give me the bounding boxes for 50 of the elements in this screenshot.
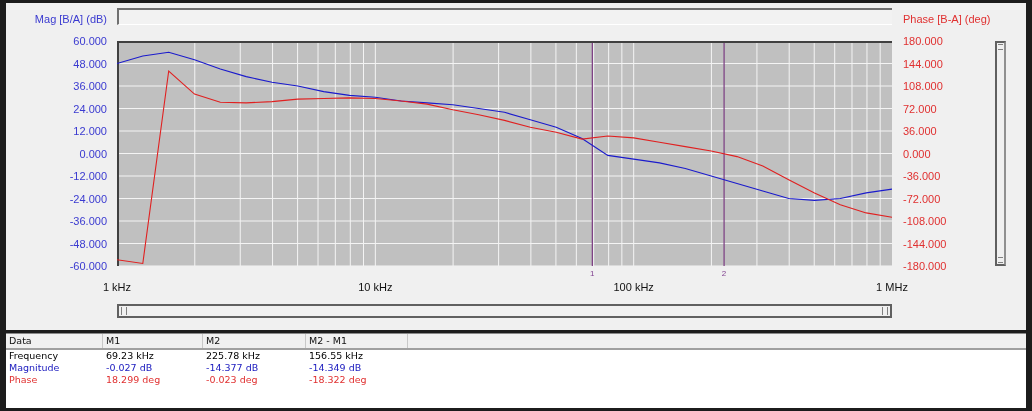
axis-label: -12.000 xyxy=(69,169,107,183)
marker-line[interactable] xyxy=(591,42,593,266)
axis-label: 10 kHz xyxy=(358,281,393,293)
axis-label: -72.000 xyxy=(903,191,941,206)
marker-label: 2 xyxy=(721,269,727,278)
axis-label: -144.000 xyxy=(903,236,947,251)
table-cell-text: 18.299 deg xyxy=(105,374,162,386)
table-cell-text: -14.377 dB xyxy=(205,362,260,374)
table-cell-text: -18.322 deg xyxy=(308,374,368,386)
table-cell-text: Frequency xyxy=(8,350,60,362)
column-header[interactable]: M1 xyxy=(103,334,203,348)
table-cell-text: Magnitude xyxy=(8,362,61,374)
axis-label: -60.000 xyxy=(69,259,107,273)
axis-label: -36.000 xyxy=(69,214,107,228)
axis-label: 0.000 xyxy=(79,146,107,161)
axis-label: 12.000 xyxy=(73,124,107,138)
marker-label: 1 xyxy=(590,269,595,278)
axis-label: 108.000 xyxy=(903,79,943,93)
axis-label: 48.000 xyxy=(73,56,107,71)
axis-label: 0.000 xyxy=(903,146,931,161)
axis-label: 36.000 xyxy=(903,124,937,138)
axis-label: 1 MHz xyxy=(876,281,908,293)
axis-label: 72.000 xyxy=(903,101,937,116)
horizontal-scrollbar[interactable] xyxy=(117,304,892,318)
axis-label: 36.000 xyxy=(73,79,107,93)
table-cell-text: -14.349 dB xyxy=(308,362,363,374)
table-cell-text: 156.55 kHz xyxy=(308,350,364,362)
axis-label: -36.000 xyxy=(903,169,941,183)
table-cell-text: 69.23 kHz xyxy=(105,350,155,362)
table-cell-text: Phase xyxy=(8,374,39,386)
axis-label: -48.000 xyxy=(69,236,107,251)
axis-label: 180.000 xyxy=(903,34,943,48)
column-header[interactable]: Data xyxy=(6,334,103,348)
axis-label: 1 kHz xyxy=(102,281,132,293)
axis-title: Phase [B-A] (deg) xyxy=(903,13,992,25)
column-header[interactable]: M2 xyxy=(203,334,306,348)
axis-label: 144.000 xyxy=(903,56,943,71)
axis-label: 24.000 xyxy=(73,101,107,116)
axis-title: Mag [B/A] (dB) xyxy=(34,13,107,25)
axis-label: -180.000 xyxy=(903,259,947,273)
table-cell-text: -0.027 dB xyxy=(105,362,154,374)
vertical-scrollbar[interactable] xyxy=(995,41,1006,266)
table-cell-text: -0.023 deg xyxy=(205,374,259,386)
column-header[interactable]: M2 - M1 xyxy=(306,334,408,348)
axis-label: -108.000 xyxy=(903,214,947,228)
axis-label: 100 kHz xyxy=(613,281,654,293)
marker-line[interactable] xyxy=(723,42,725,266)
axis-label: -24.000 xyxy=(69,191,107,206)
axis-label: 60.000 xyxy=(73,34,107,48)
table-cell-text: 225.78 kHz xyxy=(205,350,261,362)
